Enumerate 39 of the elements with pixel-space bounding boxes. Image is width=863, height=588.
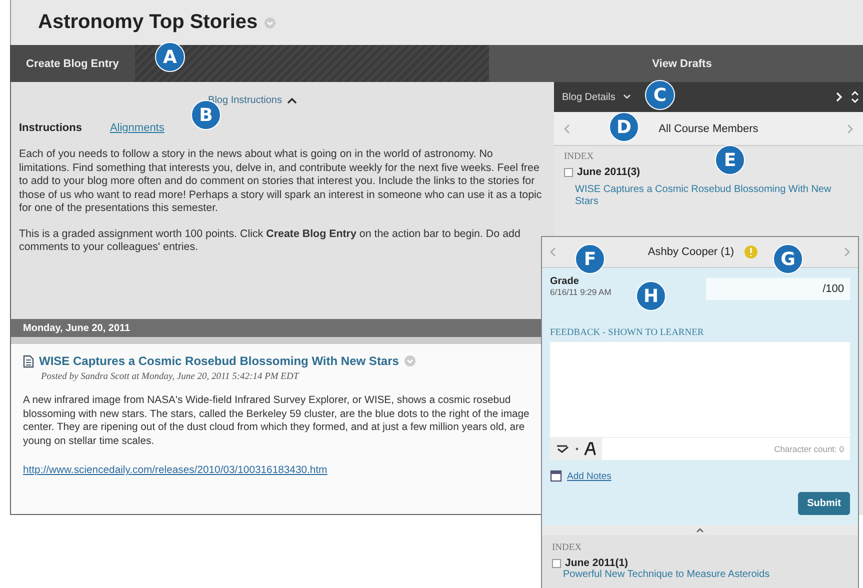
grade-field[interactable]: /100: [706, 278, 850, 300]
entry-body: A new infrared image from NASA's Wide-field Infrared Survey Explorer, or WISE, shows a cosmic rosebud blossoming with new stars. The stars, called the Berkeley 59 cluster, are the blue dots to the right of the image center. They are ripening out of the dust cloud from which they formed, and at just a few million years old, are young on stellar time scales.: [23, 394, 530, 448]
chevron-down-icon[interactable]: [623, 94, 632, 100]
submit-button[interactable]: Submit: [798, 492, 850, 516]
notes-icon: [550, 470, 562, 482]
blog-details-toggle[interactable]: Blog Details: [562, 92, 616, 102]
instruction-text: Each of you needs to follow a story in the news about what is going on in the world of astronomy. No limitations. Find something that interests you, delve in, and contribute weekly for the next five weeks. Feel free to add to your blog more often and do comment on stories that interest you. Include the links to the stories for those of us who want to read more! Perhaps a story will spark an interest in someone who can use it as a topic for one of the presentations this semester.: [19, 148, 543, 216]
index-entry-link[interactable]: Powerful New Technique to Measure Asteroids: [552, 569, 848, 581]
grade-date: 6/16/11 9:29 AM: [550, 287, 612, 298]
expand-icon[interactable]: [851, 91, 859, 103]
feedback-editor[interactable]: Character count: 0: [550, 342, 850, 460]
student-selector[interactable]: Ashby Cooper (1): [642, 245, 740, 260]
byline: Posted by Sandra Scott at Monday, June 20, 2011 5:42:14 PM EDT: [41, 372, 300, 382]
month-label: June 2011(3): [577, 166, 640, 178]
tab[interactable]: Alignments: [110, 118, 174, 138]
editor-toolbar[interactable]: [550, 438, 602, 460]
document-icon: [23, 354, 34, 368]
index-label: INDEX: [564, 152, 594, 162]
tab[interactable]: Instructions: [19, 118, 100, 138]
grade-label: Grade: [550, 276, 580, 288]
page-title: Astronomy Top Stories: [38, 11, 258, 34]
entry-title-link[interactable]: WISE Captures a Cosmic Rosebud Blossoming With New Stars: [39, 354, 399, 368]
create-entry-button[interactable]: Create Blog Entry: [10, 45, 135, 82]
date-header: Monday, June 20, 2011: [23, 322, 130, 334]
instruction-text: This is a graded assignment worth 100 points. Click Create Blog Entry on the action bar to begin. Do add comments to your colleagues' entries.: [19, 228, 522, 254]
text-format-icon[interactable]: [584, 442, 596, 456]
spellcheck-icon[interactable]: [556, 444, 570, 454]
month-label: June 2011(1): [565, 557, 628, 569]
feedback-label: FEEDBACK - SHOWN TO LEARNER: [550, 328, 705, 338]
story-link[interactable]: http://www.sciencedaily.com/releases/2010/03/100316183430.htm: [23, 465, 328, 476]
caret-icon[interactable]: [286, 96, 297, 104]
dropdown-dot-icon[interactable]: [575, 447, 579, 452]
member-selector[interactable]: All Course Members: [652, 122, 764, 136]
index-entry-link[interactable]: WISE Captures a Cosmic Rosebud Blossoming With New Stars: [564, 184, 853, 208]
index-label: INDEX: [552, 543, 582, 553]
warning-icon: [744, 245, 758, 260]
view-drafts-button[interactable]: View Drafts: [488, 45, 863, 82]
add-notes-link[interactable]: Add Notes: [567, 470, 612, 482]
character-count: Character count: 0: [774, 444, 844, 454]
